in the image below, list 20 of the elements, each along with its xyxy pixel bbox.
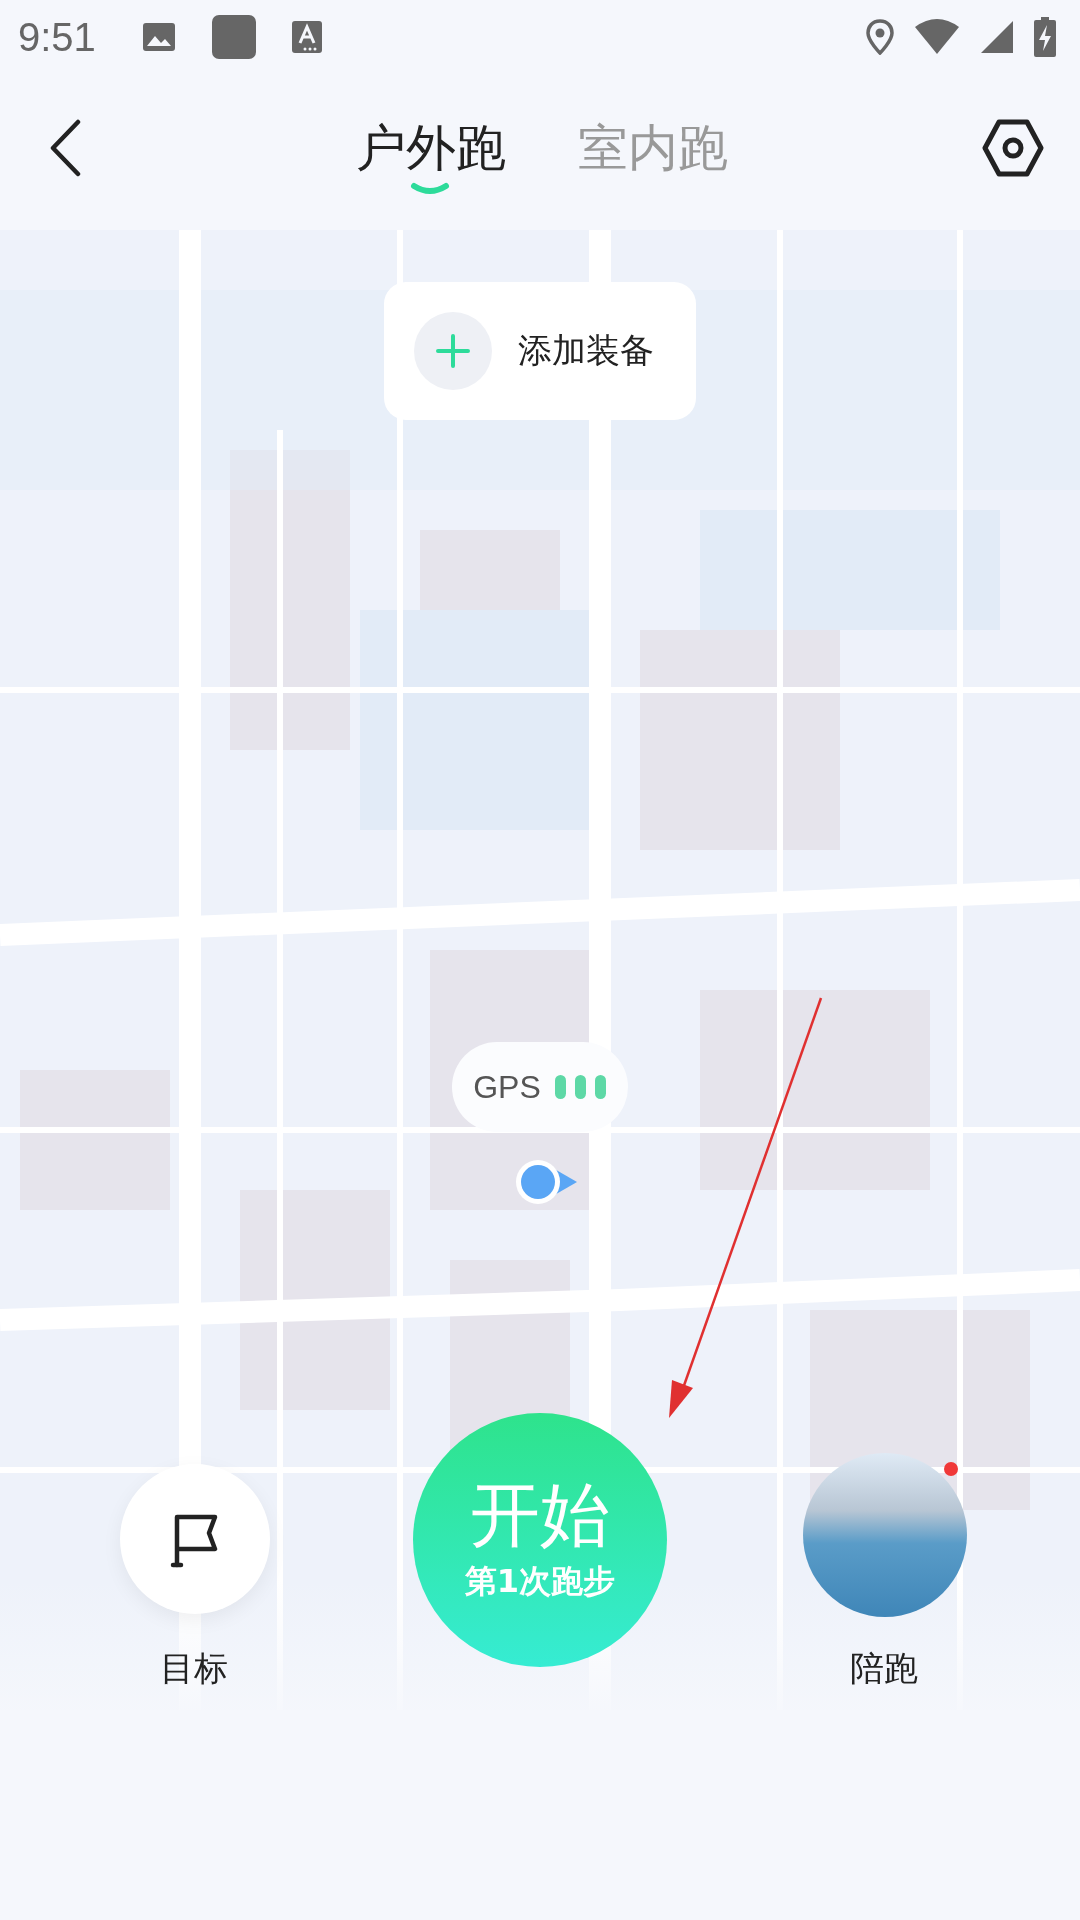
settings-icon <box>982 117 1044 179</box>
goal-label: 目标 <box>160 1647 228 1690</box>
signal-bars-icon <box>554 1075 607 1099</box>
location-icon <box>866 19 894 55</box>
back-button[interactable] <box>48 119 82 177</box>
settings-button[interactable] <box>982 117 1044 179</box>
battery-charging-icon <box>1034 17 1056 57</box>
app-notification-icon <box>211 15 256 59</box>
wifi-icon <box>914 19 960 55</box>
cellular-signal-icon <box>980 20 1014 54</box>
companion-run-label: 陪跑 <box>850 1647 918 1690</box>
add-equipment-button[interactable]: 添加装备 <box>384 282 696 420</box>
back-icon <box>48 119 82 177</box>
run-mode-tab[interactable]: 户外跑 <box>356 114 506 182</box>
plus-icon <box>414 312 492 390</box>
selected-tab-indicator <box>410 182 450 196</box>
image-notification-icon <box>141 22 176 52</box>
status-time: 9:51 <box>18 14 96 60</box>
font-notification-icon <box>291 21 322 53</box>
gps-label: GPS <box>473 1068 541 1106</box>
